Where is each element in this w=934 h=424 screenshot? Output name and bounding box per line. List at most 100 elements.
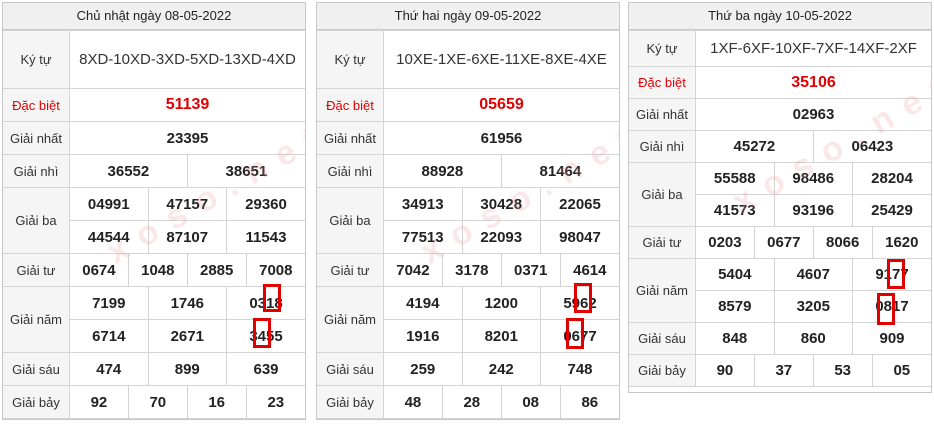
result-table: Ký tự 10XE-1XE-6XE-11XE-8XE-4XE Đặc biệt… — [317, 30, 619, 419]
seventh-prize: 23 — [245, 385, 305, 419]
fourth-prize: 4614 — [559, 253, 619, 287]
label-sixth: Giải sáu — [629, 322, 696, 355]
label-fifth: Giải năm — [629, 258, 696, 323]
label-sixth: Giải sáu — [3, 352, 70, 386]
fifth-prize: 4194 — [383, 286, 463, 320]
third-prize: 77513 — [383, 220, 463, 254]
sixth-prize: 860 — [773, 322, 853, 355]
seventh-prize: 05 — [871, 354, 931, 387]
third-prize: 87107 — [147, 220, 227, 254]
second-prize: 06423 — [812, 130, 931, 163]
third-prize: 11543 — [226, 220, 305, 254]
seventh-prize: 08 — [500, 385, 561, 419]
fourth-prize: 7008 — [245, 253, 305, 287]
label-special: Đặc biệt — [317, 88, 384, 122]
kytu-value: 8XD-10XD-3XD-5XD-13XD-4XD — [69, 30, 305, 89]
result-card-0: Chủ nhật ngày 08-05-2022 Ký tự 8XD-10XD-… — [2, 2, 306, 420]
first-prize: 23395 — [69, 121, 305, 155]
sixth-prize: 848 — [695, 322, 775, 355]
fourth-prize: 8066 — [812, 226, 873, 259]
label-seventh: Giải bảy — [317, 385, 384, 419]
fourth-prize: 0674 — [69, 253, 129, 287]
third-prize: 22065 — [540, 187, 619, 221]
seventh-prize: 86 — [559, 385, 619, 419]
label-fifth: Giải năm — [3, 286, 70, 353]
sixth-prize: 639 — [226, 352, 305, 386]
result-table: Ký tự 8XD-10XD-3XD-5XD-13XD-4XD Đặc biệt… — [3, 30, 305, 419]
third-prize: 98047 — [540, 220, 619, 254]
seventh-prize: 16 — [186, 385, 247, 419]
fourth-prize: 2885 — [186, 253, 247, 287]
third-prize: 22093 — [461, 220, 541, 254]
second-prize: 81464 — [500, 154, 619, 188]
special-prize: 51139 — [69, 88, 305, 122]
label-fourth: Giải tư — [629, 226, 696, 259]
third-prize: 93196 — [773, 194, 853, 227]
third-prize: 47157 — [147, 187, 227, 221]
fourth-prize: 1620 — [871, 226, 931, 259]
third-prize: 04991 — [69, 187, 149, 221]
fifth-prize: 2671 — [147, 319, 227, 353]
seventh-prize: 70 — [127, 385, 188, 419]
third-prize: 98486 — [773, 162, 853, 195]
label-first: Giải nhất — [629, 98, 696, 131]
label-first: Giải nhất — [317, 121, 384, 155]
first-prize: 61956 — [383, 121, 619, 155]
label-fourth: Giải tư — [317, 253, 384, 287]
label-kytu: Ký tự — [3, 30, 70, 89]
highlight-marker — [574, 283, 592, 313]
fourth-prize: 0677 — [753, 226, 814, 259]
label-third: Giải ba — [3, 187, 70, 254]
third-prize: 55588 — [695, 162, 775, 195]
fourth-prize: 0203 — [695, 226, 755, 259]
label-second: Giải nhì — [629, 130, 696, 163]
fifth-prize: 1200 — [461, 286, 541, 320]
sixth-prize: 748 — [540, 352, 619, 386]
result-table: Ký tự 1XF-6XF-10XF-7XF-14XF-2XF Đặc biệt… — [629, 30, 931, 387]
special-prize: 05659 — [383, 88, 619, 122]
highlight-marker — [253, 318, 271, 348]
label-fifth: Giải năm — [317, 286, 384, 353]
label-sixth: Giải sáu — [317, 352, 384, 386]
seventh-prize: 92 — [69, 385, 129, 419]
fourth-prize: 0371 — [500, 253, 561, 287]
card-title: Thứ hai ngày 09-05-2022 — [317, 3, 619, 30]
special-prize: 35106 — [695, 66, 931, 99]
label-seventh: Giải bảy — [3, 385, 70, 419]
fifth-prize: 4607 — [773, 258, 853, 291]
second-prize: 36552 — [69, 154, 188, 188]
kytu-value: 1XF-6XF-10XF-7XF-14XF-2XF — [695, 30, 931, 67]
second-prize: 88928 — [383, 154, 502, 188]
kytu-value: 10XE-1XE-6XE-11XE-8XE-4XE — [383, 30, 619, 89]
sixth-prize: 259 — [383, 352, 463, 386]
fifth-prize: 5404 — [695, 258, 775, 291]
label-kytu: Ký tự — [629, 30, 696, 67]
label-special: Đặc biệt — [629, 66, 696, 99]
fifth-prize: 6714 — [69, 319, 149, 353]
seventh-prize: 28 — [441, 385, 502, 419]
sixth-prize: 909 — [852, 322, 931, 355]
card-title: Chủ nhật ngày 08-05-2022 — [3, 3, 305, 30]
third-prize: 25429 — [852, 194, 931, 227]
label-third: Giải ba — [629, 162, 696, 227]
seventh-prize: 90 — [695, 354, 755, 387]
sixth-prize: 474 — [69, 352, 149, 386]
result-card-2: Thứ ba ngày 10-05-2022 Ký tự 1XF-6XF-10X… — [628, 2, 932, 393]
highlight-marker — [566, 318, 584, 349]
first-prize: 02963 — [695, 98, 931, 131]
fourth-prize: 1048 — [127, 253, 188, 287]
seventh-prize: 37 — [753, 354, 814, 387]
fourth-prize: 7042 — [383, 253, 443, 287]
fifth-prize: 1916 — [383, 319, 463, 353]
second-prize: 45272 — [695, 130, 814, 163]
highlight-marker — [263, 284, 281, 312]
highlight-marker — [877, 293, 895, 325]
fifth-prize: 1746 — [147, 286, 227, 320]
label-fourth: Giải tư — [3, 253, 70, 287]
label-third: Giải ba — [317, 187, 384, 254]
second-prize: 38651 — [186, 154, 305, 188]
sixth-prize: 899 — [147, 352, 227, 386]
third-prize: 44544 — [69, 220, 149, 254]
result-card-1: Thứ hai ngày 09-05-2022 Ký tự 10XE-1XE-6… — [316, 2, 620, 420]
label-special: Đặc biệt — [3, 88, 70, 122]
